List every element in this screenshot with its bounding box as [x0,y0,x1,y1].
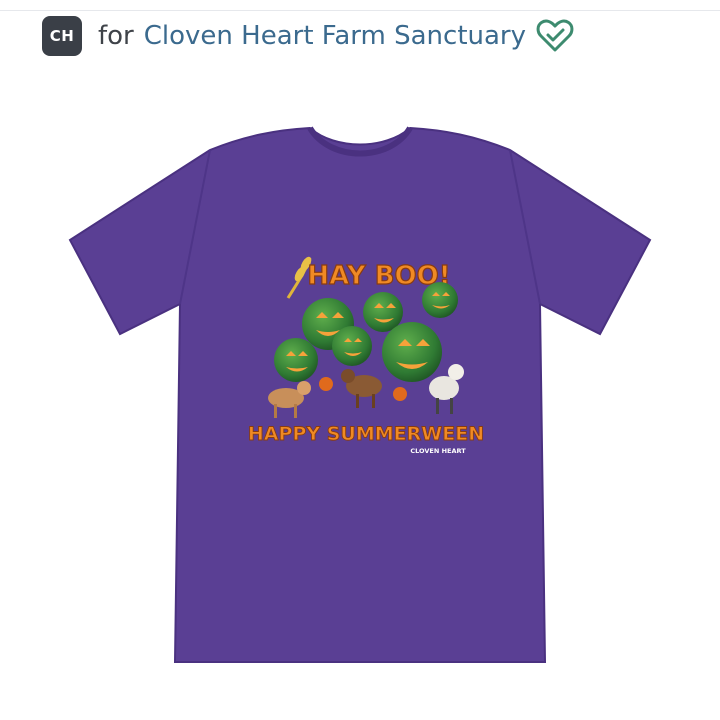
organization-avatar[interactable]: CH [42,16,82,56]
design-brand-mark: CLOVEN HEART [410,447,466,455]
pumpkin [274,338,318,382]
campaign-header: CH for Cloven Heart Farm Sanctuary [42,16,574,56]
pumpkin [382,322,442,382]
product-page: CH for Cloven Heart Farm Sanctuary HAY B… [0,0,720,720]
top-divider [0,10,720,11]
pumpkin [332,326,372,366]
heart-check-icon [536,18,574,54]
pumpkin [422,282,458,318]
organization-link[interactable]: Cloven Heart Farm Sanctuary [144,21,526,51]
design-subline: HAPPY SUMMERWEEN [248,423,484,445]
product-image[interactable]: HAY BOO! HAPPY SUMMERWEEN CLOVEN HEART [60,122,660,682]
pumpkin [363,292,403,332]
for-label: for [98,21,134,51]
